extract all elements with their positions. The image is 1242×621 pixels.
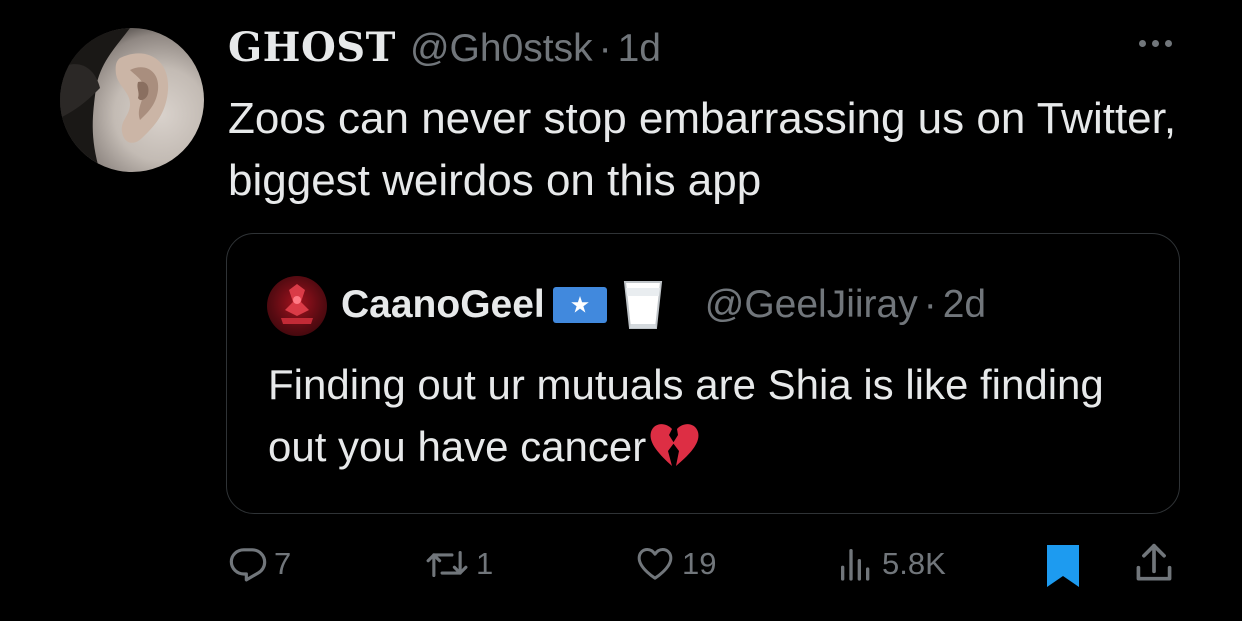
retweet-count: 1 [476, 546, 494, 581]
like-button[interactable]: 19 [634, 544, 716, 584]
quoted-tweet-timestamp[interactable]: 2d [943, 283, 986, 327]
quoted-author-handle[interactable]: @GeelJiiray [705, 283, 918, 327]
more-options-icon[interactable] [1135, 36, 1176, 51]
reply-button[interactable]: 7 [228, 544, 291, 584]
quoted-header-separator: · [923, 283, 937, 326]
header-separator: · [598, 27, 612, 70]
like-count: 19 [682, 546, 717, 581]
tweet-actions-bar: 7 1 19 5.8K [0, 540, 1242, 596]
quoted-author-display-name[interactable]: CaanoGeel [341, 283, 545, 327]
quoted-tweet-header: CaanoGeel @GeelJiiray · 2d [341, 278, 986, 332]
author-avatar[interactable] [60, 28, 204, 172]
views-count: 5.8K [882, 546, 946, 581]
quoted-tweet[interactable]: CaanoGeel @GeelJiiray · 2d Finding out u… [226, 233, 1180, 514]
share-button[interactable] [1132, 540, 1176, 588]
quoted-author-avatar[interactable] [267, 276, 327, 336]
author-handle[interactable]: @Gh0stsk [410, 27, 593, 71]
reply-count: 7 [274, 546, 292, 581]
retweet-button[interactable]: 1 [424, 544, 493, 584]
tweet-header: GHOST @Gh0stsk · 1d [228, 24, 661, 78]
reply-icon [228, 544, 268, 584]
bookmark-icon [1043, 542, 1083, 590]
tweet-text: Zoos can never stop embarrassing us on T… [228, 94, 1177, 205]
milk-glass-icon [621, 278, 665, 332]
tweet-timestamp[interactable]: 1d [618, 27, 661, 71]
tweet[interactable]: GHOST @Gh0stsk · 1d Zoos can never stop … [0, 0, 1242, 621]
heart-icon [634, 544, 676, 584]
author-display-name[interactable]: GHOST [228, 24, 396, 71]
bookmark-button[interactable] [1043, 542, 1083, 590]
views-chart-icon [836, 544, 876, 584]
share-icon [1132, 540, 1176, 588]
somalia-flag-icon [552, 287, 607, 323]
quoted-tweet-text-block: Finding out ur mutuals are Shia is like … [268, 354, 1148, 478]
retweet-icon [424, 544, 470, 584]
views-button[interactable]: 5.8K [836, 544, 946, 584]
broken-heart-icon [648, 421, 700, 469]
